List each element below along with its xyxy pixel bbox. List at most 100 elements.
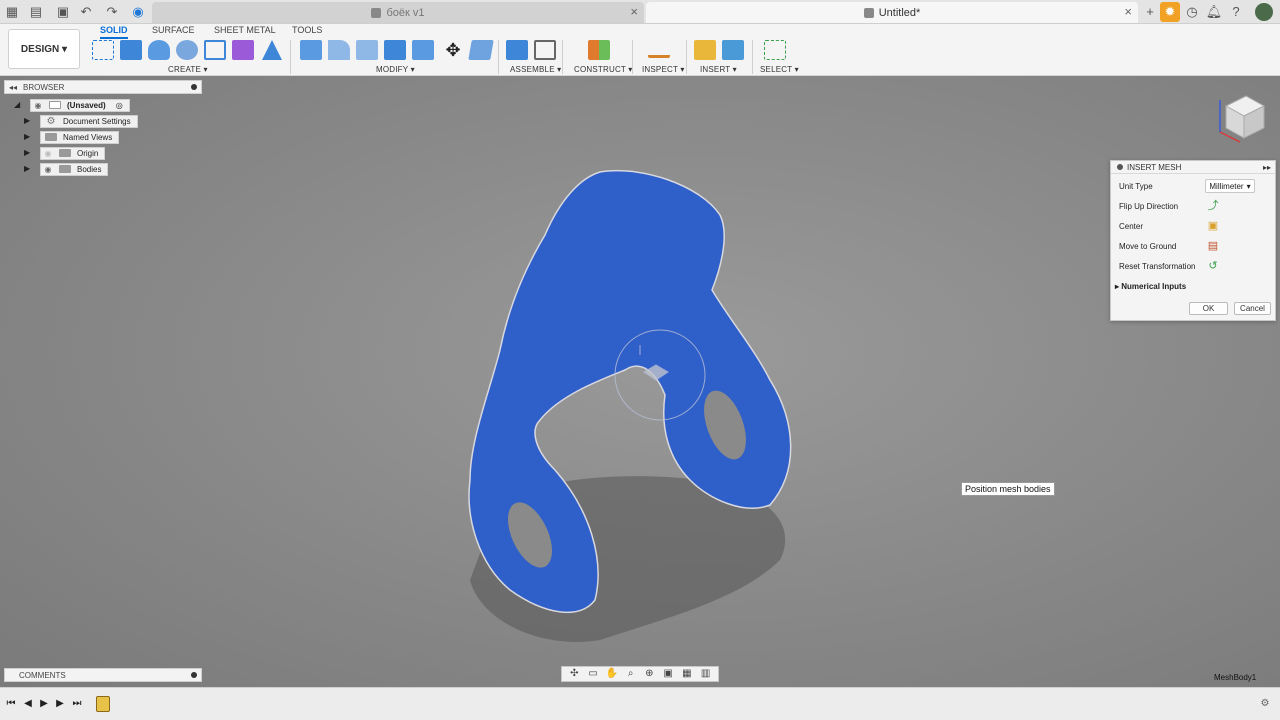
tab-surface[interactable]: SURFACE: [152, 25, 195, 37]
unit-type-select[interactable]: Millimeter ▾: [1205, 179, 1255, 193]
shell-icon[interactable]: [384, 40, 406, 60]
construct-plane-icon[interactable]: [588, 40, 610, 60]
combine-icon[interactable]: [412, 40, 434, 60]
inspect-menu[interactable]: INSPECT ▾: [642, 65, 685, 74]
collapse-icon[interactable]: ◂◂: [9, 83, 17, 92]
sidebar-item-origin[interactable]: ▶ ◉ Origin: [24, 146, 106, 160]
zoom-icon[interactable]: ⌕: [624, 668, 638, 680]
new-tab-button[interactable]: +: [1140, 2, 1160, 22]
tree-chip[interactable]: ⚙ Document Settings: [40, 114, 138, 128]
pin-icon[interactable]: [191, 84, 197, 90]
browser-header[interactable]: ◂◂ BROWSER: [4, 80, 202, 94]
save-icon[interactable]: ▣: [55, 4, 71, 20]
assemble-menu[interactable]: ASSEMBLE ▾: [510, 65, 561, 74]
chamfer-icon[interactable]: [356, 40, 378, 60]
sidebar-item-bodies[interactable]: ▶ ◉ Bodies: [24, 162, 109, 176]
numerical-inputs-toggle[interactable]: ▸ Numerical Inputs: [1115, 282, 1186, 291]
expand-icon[interactable]: ▶: [24, 149, 32, 157]
visibility-icon[interactable]: ◉: [41, 149, 55, 158]
fit-icon[interactable]: ⊕: [642, 668, 656, 680]
tab-solid[interactable]: SOLID: [100, 25, 128, 39]
move-to-ground-button[interactable]: ▤: [1207, 240, 1219, 252]
comments-panel[interactable]: COMMENTS: [4, 668, 202, 682]
tab-document-inactive[interactable]: боёк v1 ×: [152, 2, 644, 23]
flip-up-button[interactable]: ⤴: [1207, 200, 1219, 212]
help-icon[interactable]: ?: [1226, 2, 1246, 22]
activate-icon[interactable]: ◎: [116, 101, 123, 110]
dialog-header[interactable]: INSERT MESH ▸▸: [1111, 161, 1275, 174]
display-settings-icon[interactable]: ▣: [661, 668, 675, 680]
create-sketch-icon[interactable]: [92, 40, 114, 60]
create-menu[interactable]: CREATE ▾: [168, 65, 208, 74]
tree-chip[interactable]: ◉ Bodies: [40, 162, 109, 176]
tree-chip[interactable]: ◉ (Unsaved) ◎: [30, 98, 130, 112]
tab-tools[interactable]: TOOLS: [292, 25, 322, 37]
browser-root[interactable]: ◢ ◉ (Unsaved) ◎: [14, 98, 130, 112]
move-icon[interactable]: ✥: [442, 40, 464, 60]
undo-icon[interactable]: ↶: [78, 4, 94, 20]
timeline-feature-insert-mesh[interactable]: [96, 696, 110, 712]
revolve-icon[interactable]: [148, 40, 170, 60]
close-icon[interactable]: ×: [1124, 4, 1132, 19]
tab-sheet-metal[interactable]: SHEET METAL: [214, 25, 276, 37]
reset-transformation-button[interactable]: ↺: [1207, 260, 1219, 272]
job-status-icon[interactable]: ◷: [1182, 2, 1202, 22]
step-back-icon[interactable]: ◀: [21, 697, 35, 711]
expand-icon[interactable]: ▸▸: [1263, 163, 1271, 172]
tab-document-active[interactable]: Untitled* ×: [646, 2, 1138, 23]
measure-icon[interactable]: [648, 44, 670, 58]
expand-icon[interactable]: ◢: [14, 101, 22, 109]
grid-icon[interactable]: ▦: [4, 4, 20, 20]
expand-icon[interactable]: ▶: [24, 165, 32, 173]
sidebar-item-document-settings[interactable]: ▶ ⚙ Document Settings: [24, 114, 138, 128]
split-icon[interactable]: [468, 40, 494, 60]
play-icon[interactable]: ▶: [37, 697, 51, 711]
grid-settings-icon[interactable]: ▦: [680, 668, 694, 680]
joint-icon[interactable]: [534, 40, 556, 60]
close-icon[interactable]: ×: [630, 4, 638, 19]
sidebar-item-named-views[interactable]: ▶ Named Views: [24, 130, 120, 144]
pin-icon[interactable]: [191, 672, 197, 678]
canvas-viewport[interactable]: [0, 76, 1280, 687]
select-window-icon[interactable]: [764, 40, 786, 60]
hole-icon[interactable]: [176, 40, 198, 60]
expand-icon[interactable]: ▶: [24, 133, 32, 141]
notifications-icon[interactable]: 🔔︎: [1204, 2, 1224, 22]
insert-derive-icon[interactable]: [694, 40, 716, 60]
cancel-button[interactable]: Cancel: [1234, 302, 1271, 315]
fillet-icon[interactable]: [328, 40, 350, 60]
visibility-icon[interactable]: ◉: [31, 101, 45, 110]
pan-icon[interactable]: ✋: [605, 668, 619, 680]
visibility-icon[interactable]: ◉: [41, 165, 55, 174]
form-icon[interactable]: [232, 40, 254, 60]
construct-menu[interactable]: CONSTRUCT ▾: [574, 65, 633, 74]
extrude-icon[interactable]: [120, 40, 142, 60]
tree-chip[interactable]: Named Views: [40, 130, 120, 144]
orbit-icon[interactable]: ✣: [567, 668, 581, 680]
select-menu[interactable]: SELECT ▾: [760, 65, 799, 74]
press-pull-icon[interactable]: [300, 40, 322, 60]
mesh-body[interactable]: [0, 76, 1280, 687]
insert-canvas-icon[interactable]: [722, 40, 744, 60]
refresh-icon[interactable]: ◉: [130, 4, 146, 20]
look-at-icon[interactable]: ▭: [586, 668, 600, 680]
expand-icon[interactable]: ▶: [24, 117, 32, 125]
view-cube[interactable]: [1212, 92, 1268, 148]
file-icon[interactable]: ▤: [28, 4, 44, 20]
redo-icon[interactable]: ↷: [104, 4, 120, 20]
extensions-icon[interactable]: ✹: [1160, 2, 1180, 22]
primitive-icon[interactable]: [262, 40, 282, 60]
step-forward-icon[interactable]: ▶: [53, 697, 67, 711]
go-to-end-icon[interactable]: ⏭: [70, 697, 84, 711]
modify-menu[interactable]: MODIFY ▾: [376, 65, 415, 74]
gear-icon[interactable]: ⚙: [1258, 697, 1272, 711]
workspace-switcher[interactable]: DESIGN ▾: [8, 29, 80, 69]
center-button[interactable]: ▣: [1207, 220, 1219, 232]
viewports-icon[interactable]: ▥: [699, 668, 713, 680]
go-to-start-icon[interactable]: ⏮: [4, 697, 18, 711]
insert-menu[interactable]: INSERT ▾: [700, 65, 737, 74]
pattern-icon[interactable]: [204, 40, 226, 60]
new-component-icon[interactable]: [506, 40, 528, 60]
avatar[interactable]: [1255, 3, 1273, 21]
ok-button[interactable]: OK: [1189, 302, 1228, 315]
